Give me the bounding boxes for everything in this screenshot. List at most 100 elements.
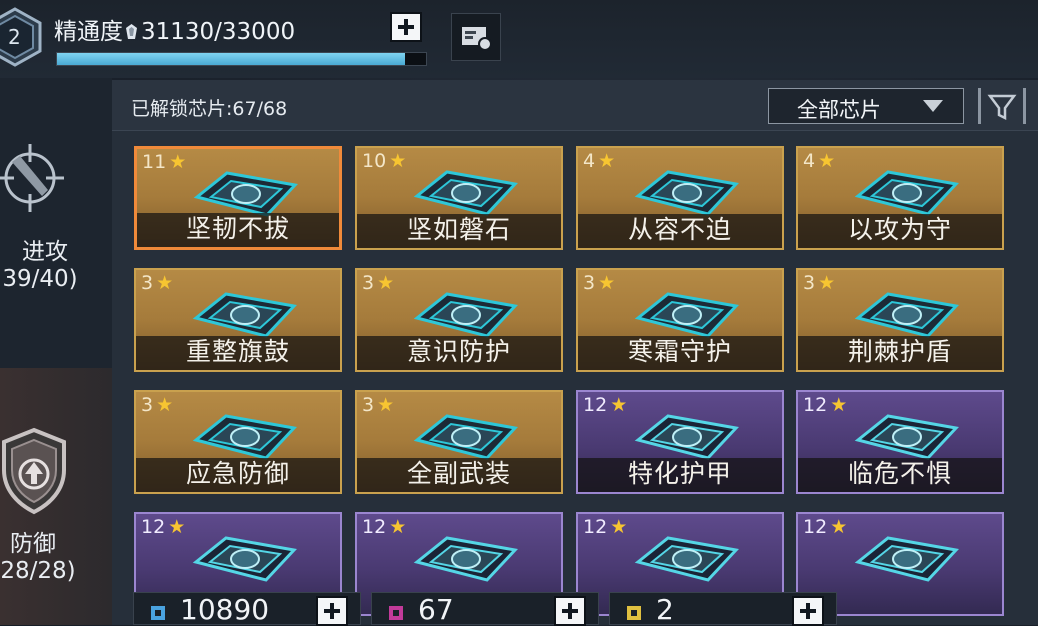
star-icon: ★ (156, 394, 174, 416)
chip-card[interactable]: 12 ★ 特化护甲 (576, 390, 784, 494)
chip-card-icon (462, 27, 492, 51)
chip-level: 4 ★ (583, 150, 615, 172)
chip-card[interactable]: 3 ★ 应急防御 (134, 390, 342, 494)
chip-icon (854, 536, 959, 582)
chip-name: 以攻为守 (847, 215, 952, 244)
chip-level: 11 ★ (142, 151, 186, 173)
add-mastery-button[interactable] (390, 12, 422, 42)
chip-card[interactable]: 3 ★ 寒霜守护 (576, 268, 784, 372)
chip-level: 3 ★ (141, 272, 173, 294)
chip-level: 3 ★ (362, 394, 394, 416)
mastery-progress-bar (56, 52, 427, 66)
chip-level-value: 10 (362, 150, 387, 172)
star-icon: ★ (389, 516, 407, 538)
chip-level-value: 11 (142, 151, 167, 173)
filter-button[interactable] (978, 88, 1026, 124)
chip-filter-dropdown[interactable]: 全部芯片 (768, 88, 964, 124)
mastery-label: 精通度 31130/33000 (54, 12, 295, 46)
chip-card[interactable]: 10 ★ 坚如磐石 (355, 146, 563, 250)
resource-purple-value: 67 (418, 593, 454, 626)
chip-level-value: 12 (803, 516, 828, 538)
star-icon: ★ (598, 272, 616, 294)
chip-level: 12 ★ (141, 516, 185, 538)
resource-blue: 10890 (133, 592, 361, 626)
chip-level-value: 12 (141, 516, 166, 538)
resource-gold: 2 (609, 592, 837, 626)
star-icon: ★ (168, 516, 186, 538)
chip-card[interactable]: 12 ★ 临危不惧 (796, 390, 1004, 494)
star-icon: ★ (610, 516, 628, 538)
chip-icon (634, 536, 739, 582)
chip-level-value: 12 (583, 394, 608, 416)
sidebar-tab-defense[interactable]: 防御 28/28) (0, 368, 112, 625)
star-icon: ★ (818, 272, 836, 294)
chip-level: 3 ★ (141, 394, 173, 416)
sidebar-defense-label: 防御 (10, 531, 56, 557)
chip-level-value: 12 (583, 516, 608, 538)
crosshair-missile-icon (0, 144, 64, 212)
chip-level: 4 ★ (803, 150, 835, 172)
chip-name: 坚如磐石 (406, 215, 511, 244)
star-icon: ★ (156, 272, 174, 294)
chip-name: 重整旗鼓 (185, 337, 290, 366)
chip-icon (413, 536, 518, 582)
chip-card[interactable]: 4 ★ 从容不迫 (576, 146, 784, 250)
chip-name: 临危不惧 (847, 459, 952, 488)
chip-level-value: 12 (362, 516, 387, 538)
category-sidebar: 进攻 39/40) 防御 28/28) (0, 78, 112, 625)
star-icon: ★ (610, 394, 628, 416)
chip-panel: 已解锁芯片:67/68 全部芯片 11 ★ 坚韧不拔 10 ★ 坚如磐石 4 ★ 从容不迫 4 ★ 以… (112, 80, 1038, 625)
star-icon: ★ (830, 516, 848, 538)
chip-name: 寒霜守护 (627, 337, 732, 366)
top-bar: 2 精通度 31130/33000 (0, 0, 1038, 78)
chip-level: 12 ★ (583, 394, 627, 416)
star-icon: ★ (169, 151, 187, 173)
chip-level: 3 ★ (583, 272, 615, 294)
purple-chip-icon (389, 606, 403, 620)
add-purple-resource-button[interactable] (554, 596, 586, 626)
chip-name: 特化护甲 (627, 459, 732, 488)
rank-badge-icon: 2 (0, 7, 42, 67)
resource-purple: 67 (371, 592, 599, 626)
chip-level: 3 ★ (803, 272, 835, 294)
chip-level-value: 3 (141, 272, 154, 294)
chip-name: 荆棘护盾 (847, 337, 952, 366)
funnel-filter-icon (987, 94, 1017, 121)
chip-name: 从容不迫 (627, 215, 732, 244)
chip-card[interactable]: 11 ★ 坚韧不拔 (134, 146, 342, 250)
chip-name: 意识防护 (406, 337, 511, 366)
mastery-progress-fill (57, 53, 405, 65)
star-icon: ★ (377, 394, 395, 416)
star-icon: ★ (830, 394, 848, 416)
sidebar-defense-count: 28/28) (0, 558, 76, 584)
chip-card[interactable]: 3 ★ 荆棘护盾 (796, 268, 1004, 372)
chip-card[interactable]: 3 ★ 意识防护 (355, 268, 563, 372)
dropdown-arrow-icon (923, 100, 943, 112)
blue-chip-icon (151, 606, 165, 620)
chip-card[interactable]: 3 ★ 重整旗鼓 (134, 268, 342, 372)
chip-card[interactable]: 4 ★ 以攻为守 (796, 146, 1004, 250)
mastery-title: 精通度 (54, 19, 123, 45)
add-blue-resource-button[interactable] (316, 596, 348, 626)
chip-level-value: 4 (583, 150, 596, 172)
chip-level-value: 3 (803, 272, 816, 294)
sidebar-attack-count: 39/40) (2, 266, 78, 292)
resource-blue-value: 10890 (180, 593, 270, 626)
chip-level-value: 3 (141, 394, 154, 416)
chip-card[interactable]: 3 ★ 全副武装 (355, 390, 563, 494)
sidebar-tab-attack[interactable]: 进攻 39/40) (0, 118, 112, 348)
mastery-value: 31130/33000 (141, 19, 296, 45)
sidebar-attack-label: 进攻 (22, 239, 68, 265)
chip-name: 应急防御 (185, 459, 290, 488)
chip-level-value: 3 (583, 272, 596, 294)
shield-arrow-icon (2, 427, 66, 515)
chip-level-value: 3 (362, 272, 375, 294)
chip-info-button[interactable] (451, 13, 501, 61)
gold-chip-icon (627, 606, 641, 620)
chip-level-value: 4 (803, 150, 816, 172)
chip-level: 12 ★ (803, 516, 847, 538)
add-gold-resource-button[interactable] (792, 596, 824, 626)
chip-level-value: 3 (362, 394, 375, 416)
svg-text:2: 2 (8, 25, 21, 49)
star-icon: ★ (389, 150, 407, 172)
